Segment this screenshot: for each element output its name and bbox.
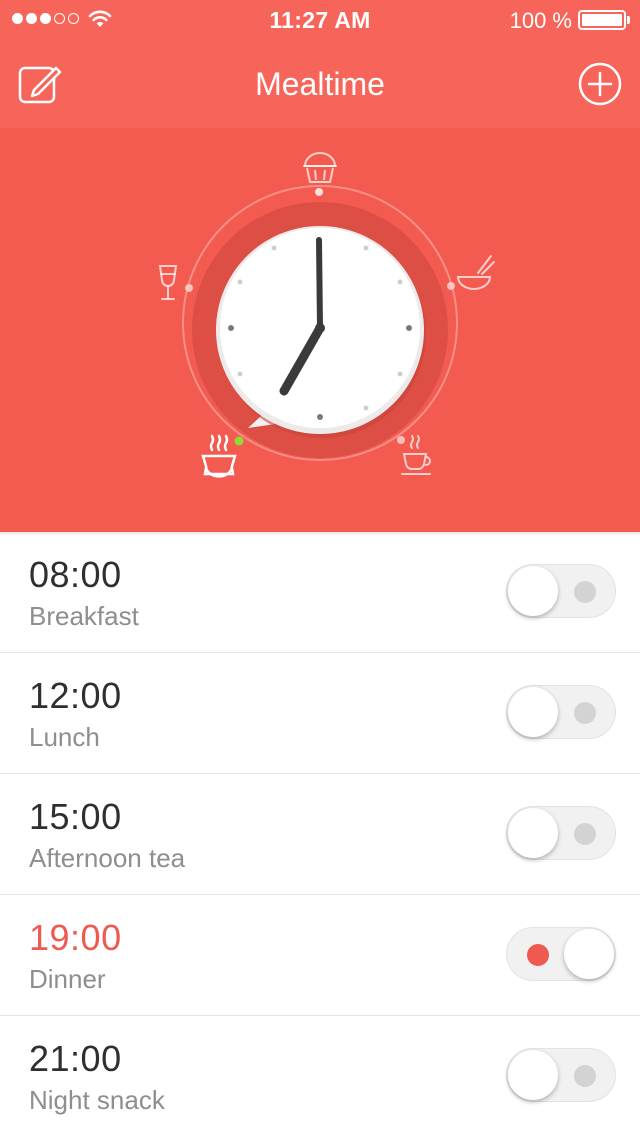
wine-glass-icon [158,265,178,300]
alarm-label: Dinner [29,964,106,994]
alarm-label: Afternoon tea [29,843,186,873]
alarm-time: 12:00 [29,675,122,716]
alarm-time: 15:00 [29,796,122,837]
clock-hero [0,128,640,532]
status-bar: 11:27 AM 100 % [0,0,640,40]
coffee-cup-icon [401,435,431,475]
page-title: Mealtime [255,66,385,102]
list-item-afternoon-tea[interactable]: 15:00 Afternoon tea [0,774,640,895]
meal-alarm-list: 08:00 Breakfast 12:00 Lunch 15:00 Aftern… [0,532,640,1136]
battery-icon [578,10,630,30]
rice-bowl-icon [201,434,237,478]
header: 11:27 AM 100 % Mealtime [0,0,640,128]
battery-percent: 100 % [509,8,572,33]
alarm-label: Breakfast [29,601,139,631]
clock-illustration [158,152,495,478]
soup-bowl-icon [456,255,495,290]
list-item-dinner[interactable]: 19:00 Dinner [0,895,640,1016]
cupcake-icon [303,152,337,183]
navigation-bar: Mealtime [0,40,640,128]
alarm-toggle[interactable] [506,564,616,618]
alarm-label: Night snack [29,1085,165,1115]
alarm-toggle[interactable] [506,685,616,739]
list-item-night-snack[interactable]: 21:00 Night snack [0,1016,640,1136]
add-circle-icon[interactable] [578,62,622,106]
list-item-lunch[interactable]: 12:00 Lunch [0,653,640,774]
alarm-time: 08:00 [29,554,122,595]
alarm-time: 21:00 [29,1038,122,1079]
alarm-toggle[interactable] [506,927,616,981]
alarm-toggle[interactable] [506,806,616,860]
list-item-breakfast[interactable]: 08:00 Breakfast [0,532,640,653]
alarm-toggle[interactable] [506,1048,616,1102]
alarm-time: 19:00 [29,917,122,958]
alarm-label: Lunch [29,722,100,752]
